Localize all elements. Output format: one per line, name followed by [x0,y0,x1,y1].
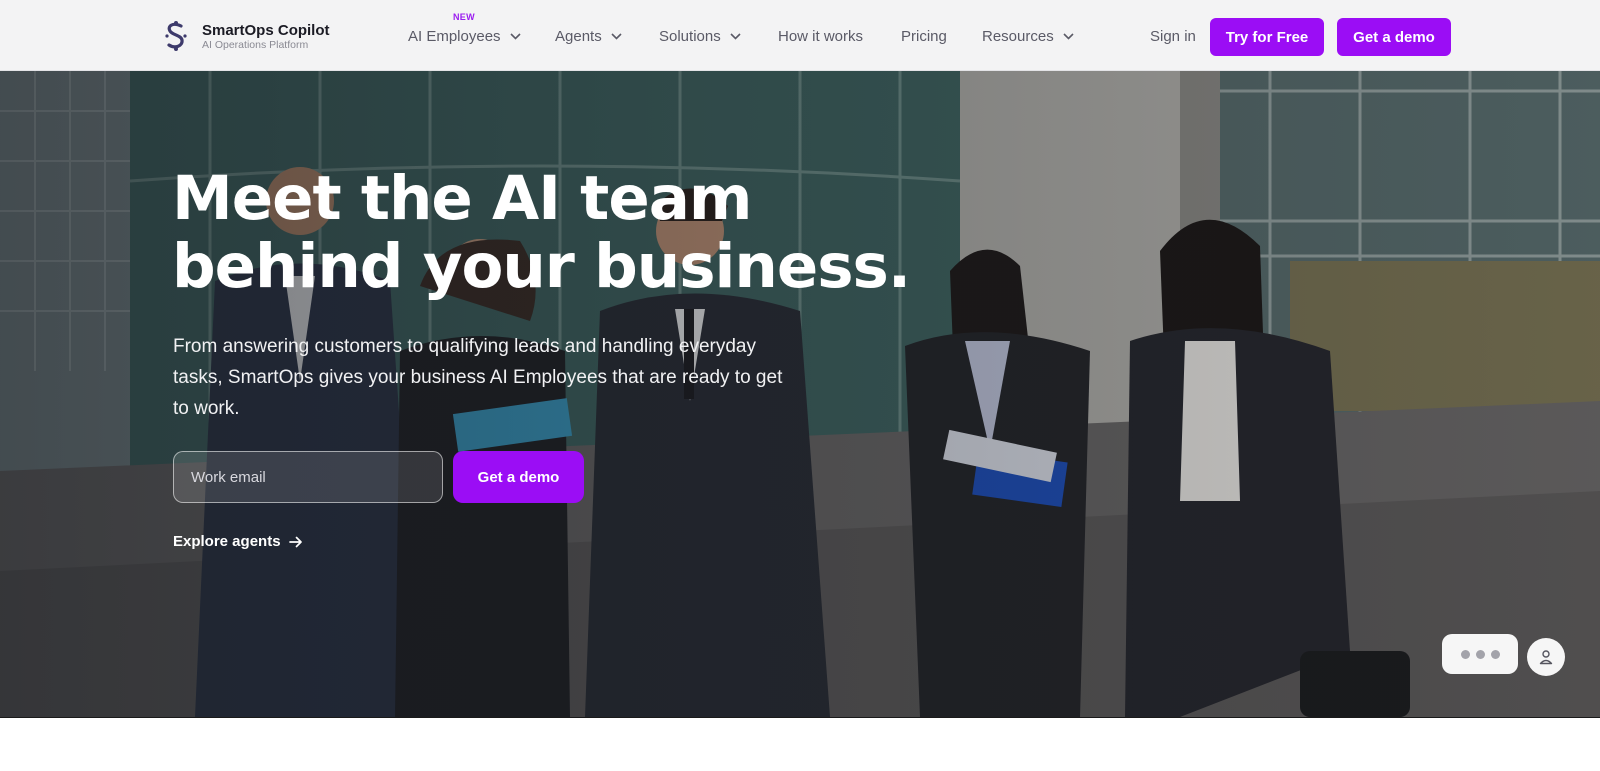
nav-label: Pricing [901,28,947,45]
nav-pricing[interactable]: Pricing [901,28,947,45]
nav-solutions[interactable]: Solutions [659,28,741,45]
work-email-input[interactable] [173,451,443,503]
headline-line: Meet the AI team [172,163,752,234]
nav-resources[interactable]: Resources [982,28,1074,45]
chevron-down-icon [611,33,622,40]
chevron-down-icon [509,33,521,40]
get-demo-header-button[interactable]: Get a demo [1337,18,1451,56]
hero-headline: Meet the AI team behind your business. [172,165,932,301]
nav-label: Solutions [659,28,721,45]
sign-in-link[interactable]: Sign in [1150,28,1196,45]
explore-agents-link[interactable]: Explore agents [173,533,303,550]
site-header: SmartOps Copilot AI Operations Platform … [0,0,1600,71]
try-for-free-button[interactable]: Try for Free [1210,18,1324,56]
explore-label: Explore agents [173,533,281,550]
nav-ai-employees[interactable]: AI Employees [408,28,521,45]
nav-how-it-works[interactable]: How it works [778,28,863,45]
ellipsis-chat-icon [1460,649,1470,659]
get-demo-hero-button[interactable]: Get a demo [453,451,584,503]
nav-label: How it works [778,28,864,45]
user-avatar-button[interactable] [1527,638,1565,676]
nav-agents[interactable]: Agents [555,28,622,45]
page-below-fold [0,717,1600,771]
ellipsis-dot [1490,649,1500,659]
headline-line: behind your business. [172,231,911,302]
arrow-right-icon [288,536,302,547]
smartops-logo-icon [165,21,187,51]
hero-section: Meet the AI team behind your business. F… [0,71,1600,717]
chevron-down-icon [730,33,741,40]
nav-label: Agents [555,28,602,45]
brand-name: SmartOps Copilot [202,21,330,39]
brand-logo[interactable]: SmartOps Copilot AI Operations Platform [163,20,330,52]
new-badge: NEW [453,12,475,22]
ellipsis-dot [1475,649,1485,659]
chat-widget-button[interactable] [1442,634,1518,674]
hero-subtext: From answering customers to qualifying l… [173,336,783,419]
brand-tagline: AI Operations Platform [202,38,309,51]
chevron-down-icon [1063,33,1074,40]
nav-label: AI Employees [408,28,501,45]
user-icon [1539,650,1553,665]
nav-label: Resources [982,28,1054,45]
